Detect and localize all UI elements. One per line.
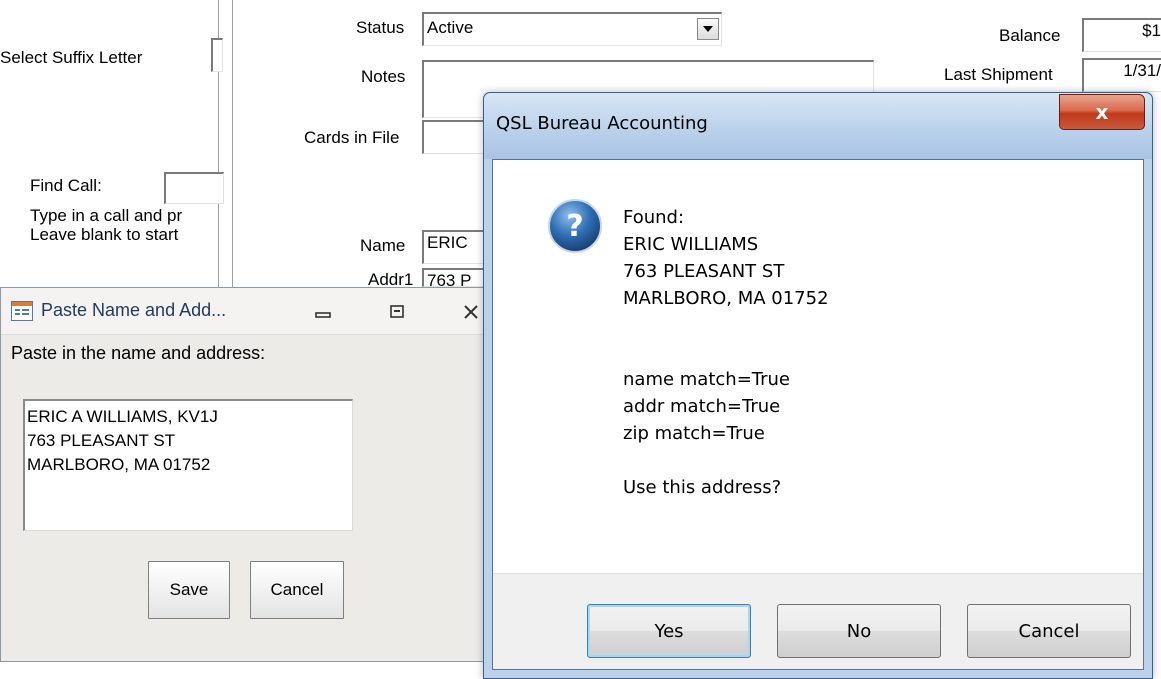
select-suffix-field[interactable] <box>211 38 223 72</box>
status-value: Active <box>427 18 474 37</box>
found-line: MARLBORO, MA 01752 <box>623 288 829 309</box>
find-call-input[interactable] <box>164 172 224 204</box>
question-icon: ? <box>547 198 603 254</box>
balance-label: Balance <box>999 26 1061 45</box>
help-text-line-1: Type in a call and pr <box>30 206 183 225</box>
save-button[interactable]: Save <box>148 561 230 619</box>
cancel-button[interactable]: Cancel <box>250 561 344 619</box>
message-box-titlebar[interactable]: QSL Bureau Accounting x <box>484 93 1152 159</box>
yes-button[interactable]: Yes <box>587 604 751 658</box>
paste-window-titlebar[interactable]: Paste Name and Add... <box>1 288 489 335</box>
match-text-block: name match=True addr match=True zip matc… <box>623 366 790 447</box>
address-line: 763 PLEASANT ST <box>27 431 176 450</box>
notes-label: Notes <box>361 67 406 86</box>
address-textarea[interactable]: ERIC A WILLIAMS, KV1J 763 PLEASANT ST MA… <box>23 399 353 531</box>
found-line: Found: <box>623 207 685 228</box>
svg-text:?: ? <box>566 209 583 244</box>
addr1-label: Addr1 <box>368 270 414 286</box>
restore-icon[interactable] <box>385 300 409 324</box>
name-field[interactable]: ERIC <box>422 230 492 264</box>
message-box-content: ? Found: ERIC WILLIAMS 763 PLEASANT ST M… <box>493 160 1143 573</box>
message-box-title: QSL Bureau Accounting <box>496 113 708 134</box>
select-suffix-label: Select Suffix Letter <box>0 48 143 67</box>
message-box-client: ? Found: ERIC WILLIAMS 763 PLEASANT ST M… <box>492 159 1144 670</box>
cancel-button[interactable]: Cancel <box>967 604 1131 658</box>
paste-prompt: Paste in the name and address: <box>11 343 266 363</box>
status-select[interactable]: Active <box>422 12 722 46</box>
address-line: ERIC A WILLIAMS, KV1J <box>27 407 218 426</box>
chevron-down-icon[interactable] <box>697 18 719 40</box>
qsl-message-box: QSL Bureau Accounting x ? Found: ERIC WI… <box>483 92 1153 679</box>
close-icon: x <box>1095 100 1109 124</box>
minimize-icon[interactable] <box>311 300 335 324</box>
find-call-label: Find Call: <box>30 176 102 195</box>
last-shipment-field: 1/31/ <box>1082 58 1161 92</box>
close-button[interactable]: x <box>1059 94 1145 130</box>
last-shipment-label: Last Shipment <box>944 65 1053 84</box>
form-divider-right <box>232 0 233 290</box>
found-text-block: Found: ERIC WILLIAMS 763 PLEASANT ST MAR… <box>623 204 829 312</box>
name-label: Name <box>360 236 406 255</box>
balance-value: $1 <box>1142 21 1161 40</box>
help-text-line-2: Leave blank to start <box>30 225 179 244</box>
paste-window-title: Paste Name and Add... <box>41 300 227 320</box>
found-line: 763 PLEASANT ST <box>623 261 785 282</box>
paste-name-address-window: Paste Name and Add... Paste in the name … <box>0 287 490 662</box>
last-shipment-value: 1/31/ <box>1123 61 1161 80</box>
form-icon <box>11 301 33 321</box>
balance-field: $1 <box>1082 18 1161 52</box>
status-label: Status <box>356 18 405 37</box>
match-line: addr match=True <box>623 396 781 417</box>
close-icon[interactable] <box>459 300 483 324</box>
match-line: name match=True <box>623 369 791 390</box>
paste-window-body: Paste in the name and address: ERIC A WI… <box>1 335 489 661</box>
match-line: zip match=True <box>623 423 765 444</box>
cards-in-file-field[interactable] <box>422 120 492 154</box>
addr1-field[interactable]: 763 P <box>422 268 492 287</box>
question-text: Use this address? <box>623 477 782 498</box>
address-line: MARLBORO, MA 01752 <box>27 455 211 474</box>
no-button[interactable]: No <box>777 604 941 658</box>
message-box-button-bar: Yes No Cancel <box>493 573 1143 669</box>
cards-in-file-label: Cards in File <box>304 128 400 147</box>
found-line: ERIC WILLIAMS <box>623 234 759 255</box>
